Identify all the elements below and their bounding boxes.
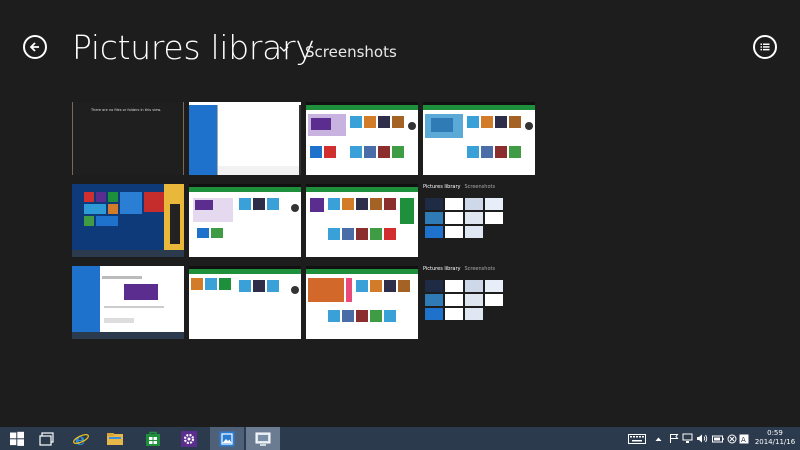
keyboard-button[interactable] (628, 433, 646, 444)
svg-text:e: e (75, 430, 85, 448)
folder-thumbnail[interactable]: Pictures library Screenshots (423, 266, 535, 339)
network-button[interactable] (681, 433, 693, 444)
thumbnail-screenshot[interactable] (189, 102, 301, 175)
thumbnail-empty-view[interactable]: There are no files or folders in this vi… (72, 102, 184, 175)
keyboard-icon (628, 433, 646, 444)
thumbnail-screenshot[interactable] (72, 266, 184, 339)
photos-app: Pictures library Screenshots There are n… (0, 0, 800, 427)
thumbnail-screenshot[interactable] (423, 102, 535, 175)
store-icon (146, 431, 160, 446)
file-explorer-icon (39, 431, 54, 446)
chevron-up-icon (655, 437, 661, 441)
flag-icon (670, 434, 679, 443)
folder-icon (107, 432, 123, 445)
desktop-app-icon (255, 432, 271, 446)
taskbar: e A 0:59 2014/11/16 (0, 427, 800, 450)
back-arrow-icon (29, 42, 39, 52)
action-center-button[interactable] (668, 433, 680, 444)
show-hidden-icons-button[interactable] (654, 433, 662, 444)
folder-name: Pictures library Screenshots (423, 184, 496, 190)
photos-icon (219, 431, 235, 446)
taskbar-internet-explorer[interactable]: e (64, 427, 98, 450)
thumbnail-screenshot[interactable] (306, 266, 418, 339)
start-button[interactable] (0, 427, 34, 450)
ime-button[interactable] (700, 433, 712, 444)
back-button[interactable] (23, 35, 47, 59)
start-icon (10, 431, 24, 446)
taskbar-store[interactable] (136, 427, 170, 450)
clock-date: 2014/11/16 (754, 438, 796, 446)
thumbnail-screenshot[interactable] (306, 102, 418, 175)
clock[interactable]: 0:59 2014/11/16 (752, 429, 798, 447)
folder-name: Pictures library Screenshots (423, 266, 496, 272)
thumbnail-start-screen[interactable] (72, 184, 184, 257)
settings-icon (181, 430, 197, 447)
list-view-icon (760, 43, 770, 51)
ime-mode-button[interactable] (726, 433, 737, 444)
internet-explorer-icon: e (73, 430, 89, 448)
thumbnail-screenshot[interactable] (189, 184, 301, 257)
breadcrumb[interactable]: Screenshots (305, 42, 397, 62)
clock-time: 0:59 (767, 429, 783, 437)
thumbnail-screenshot[interactable] (306, 184, 418, 257)
taskbar-photos[interactable] (210, 427, 244, 450)
network-icon (682, 433, 692, 443)
taskbar-settings[interactable] (172, 427, 206, 450)
folder-thumbnail[interactable]: Pictures library Screenshots (423, 184, 535, 257)
view-options-button[interactable] (753, 35, 777, 59)
language-icon: A (739, 434, 748, 444)
language-button[interactable]: A (738, 433, 749, 444)
thumbnail-screenshot[interactable] (189, 266, 301, 339)
taskbar-file-explorer[interactable] (98, 427, 132, 450)
battery-icon (712, 435, 724, 442)
ime-icon (727, 434, 736, 443)
empty-message: There are no files or folders in this vi… (91, 108, 162, 112)
chevron-down-icon[interactable] (278, 43, 290, 55)
taskbar-task-view[interactable] (30, 427, 64, 450)
svg-text:A: A (741, 436, 746, 444)
taskbar-desktop-app[interactable] (246, 427, 280, 450)
battery-button[interactable] (712, 433, 724, 444)
